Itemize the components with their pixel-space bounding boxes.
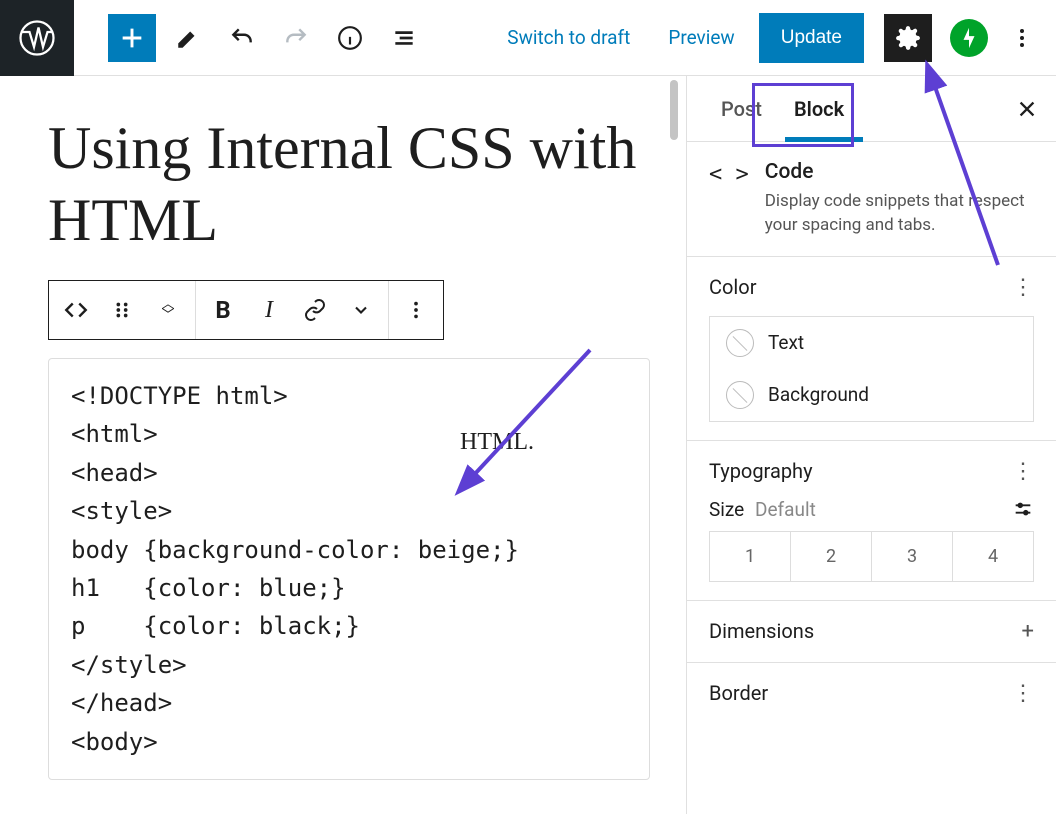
settings-sidebar: Post Block < > Code Display code snippet… — [686, 76, 1056, 814]
switch-to-draft-button[interactable]: Switch to draft — [493, 18, 644, 57]
more-options-icon[interactable] — [1004, 26, 1040, 50]
list-view-icon[interactable] — [382, 16, 426, 60]
size-4[interactable]: 4 — [953, 532, 1033, 581]
add-dimensions-icon[interactable]: + — [1022, 619, 1034, 644]
undo-icon[interactable] — [220, 16, 264, 60]
info-icon[interactable] — [328, 16, 372, 60]
top-toolbar: Switch to draft Preview Update — [0, 0, 1056, 76]
color-text-row[interactable]: Text — [710, 317, 1033, 369]
italic-button[interactable]: I — [252, 293, 286, 327]
settings-button[interactable] — [884, 14, 932, 62]
size-2[interactable]: 2 — [791, 532, 872, 581]
code-block-content[interactable]: <!DOCTYPE html> <html> <head> <style> bo… — [48, 358, 650, 780]
chevron-down-icon[interactable] — [344, 293, 378, 327]
move-up-down[interactable]: ︿﹀ — [151, 293, 185, 327]
block-more-icon[interactable] — [399, 293, 433, 327]
color-more-icon[interactable]: ⋮ — [1012, 275, 1034, 300]
scrollbar[interactable] — [670, 80, 678, 140]
border-more-icon[interactable]: ⋮ — [1012, 681, 1034, 706]
size-1[interactable]: 1 — [710, 532, 791, 581]
color-panel-title: Color — [709, 275, 756, 299]
block-type-desc: Display code snippets that respect your … — [765, 190, 1034, 238]
pencil-icon[interactable] — [166, 16, 210, 60]
block-info-section: < > Code Display code snippets that resp… — [687, 142, 1056, 257]
typography-title: Typography — [709, 459, 813, 483]
jetpack-icon[interactable] — [950, 19, 988, 57]
sidebar-tabs: Post Block — [687, 76, 1056, 142]
bg-swatch — [726, 381, 754, 409]
size-3[interactable]: 3 — [872, 532, 953, 581]
custom-size-icon[interactable] — [1012, 498, 1034, 520]
color-panel: Color ⋮ Text Background — [687, 257, 1056, 441]
bold-button[interactable]: B — [206, 293, 240, 327]
typography-panel: Typography ⋮ Size Default 1 2 3 4 — [687, 441, 1056, 601]
size-presets: 1 2 3 4 — [709, 531, 1034, 582]
link-button[interactable] — [298, 293, 332, 327]
close-sidebar-icon[interactable] — [1016, 98, 1038, 120]
color-bg-row[interactable]: Background — [710, 369, 1033, 421]
typography-more-icon[interactable]: ⋮ — [1012, 459, 1034, 484]
block-toolbar: ︿﹀ B I — [48, 280, 444, 340]
text-swatch — [726, 329, 754, 357]
code-block-icon[interactable] — [59, 293, 93, 327]
trailing-text: HTML. — [460, 429, 534, 456]
preview-button[interactable]: Preview — [654, 18, 748, 57]
drag-handle-icon[interactable] — [105, 293, 139, 327]
editor-canvas: Using Internal CSS with HTML ︿﹀ B I — [0, 76, 686, 814]
update-button[interactable]: Update — [759, 13, 864, 63]
code-icon: < > — [709, 162, 749, 187]
tab-block[interactable]: Block — [778, 76, 860, 141]
redo-icon[interactable] — [274, 16, 318, 60]
border-panel[interactable]: Border ⋮ — [687, 663, 1056, 724]
wordpress-logo[interactable] — [0, 0, 74, 76]
tab-post[interactable]: Post — [705, 76, 778, 141]
block-type-name: Code — [765, 160, 1034, 184]
add-block-button[interactable] — [108, 14, 156, 62]
dimensions-panel[interactable]: Dimensions + — [687, 601, 1056, 663]
post-title[interactable]: Using Internal CSS with HTML — [48, 112, 650, 256]
